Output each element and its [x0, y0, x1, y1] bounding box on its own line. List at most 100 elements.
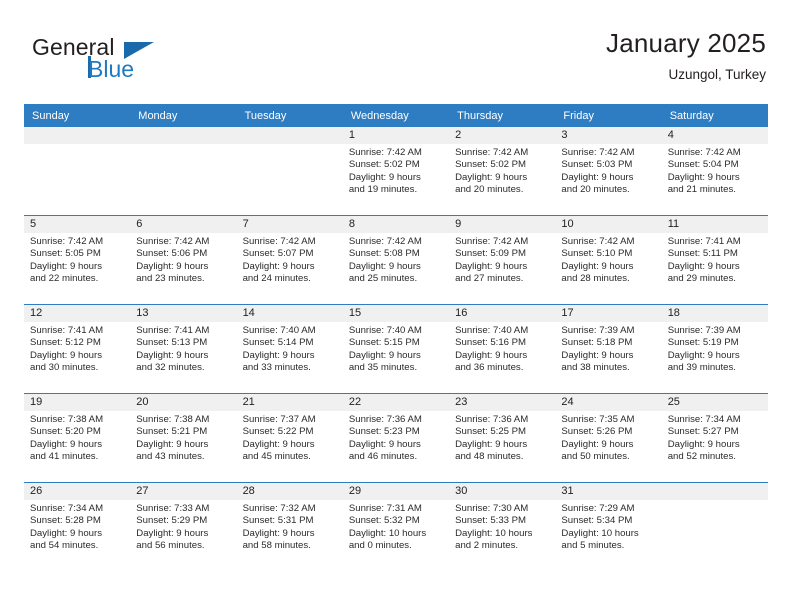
- day-info-line: and 48 minutes.: [455, 450, 524, 462]
- day-info-line: Sunrise: 7:34 AM: [30, 503, 104, 514]
- weekday-header-tuesday: Tuesday: [236, 104, 343, 127]
- day-number: [661, 483, 768, 500]
- calendar-day-cell-20[interactable]: 20 Sunrise: 7:38 AM Sunset: 5:21 PM Dayligh…: [130, 393, 237, 483]
- day-sun-info: Sunrise: 7:41 AM Sunset: 5:13 PM Daylight:…: [130, 322, 236, 374]
- calendar-day-cell-1[interactable]: 1 Sunrise: 7:42 AM Sunset: 5:02 PM Daylight…: [342, 127, 450, 216]
- day-info-line: Daylight: 9 hours: [455, 349, 528, 361]
- calendar-day-cell-11[interactable]: 11 Sunrise: 7:41 AM Sunset: 5:11 PM Dayligh…: [661, 215, 768, 305]
- calendar-day-cell-19[interactable]: 19 Sunrise: 7:38 AM Sunset: 5:20 PM Dayligh…: [24, 393, 131, 483]
- weekday-header-friday: Friday: [555, 104, 662, 127]
- day-number: 20: [130, 394, 237, 411]
- day-info-line: and 46 minutes.: [348, 450, 418, 462]
- calendar-day-cell-13[interactable]: 13 Sunrise: 7:41 AM Sunset: 5:13 PM Dayligh…: [130, 304, 237, 394]
- day-info-line: Sunset: 5:13 PM: [136, 337, 208, 349]
- calendar-day-cell-29[interactable]: 29 Sunrise: 7:31 AM Sunset: 5:32 PM Dayligh…: [342, 482, 450, 571]
- day-cell-content: 3 Sunrise: 7:42 AM Sunset: 5:03 PM Daylight…: [555, 127, 662, 215]
- calendar-day-cell-15[interactable]: 15 Sunrise: 7:40 AM Sunset: 5:15 PM Dayligh…: [342, 304, 450, 394]
- day-number: 28: [236, 483, 343, 500]
- day-cell-content: 18 Sunrise: 7:39 AM Sunset: 5:19 PM Dayligh…: [661, 305, 768, 393]
- calendar-day-cell-18[interactable]: 18 Sunrise: 7:39 AM Sunset: 5:19 PM Dayligh…: [661, 304, 768, 394]
- day-sun-info: Sunrise: 7:42 AM Sunset: 5:03 PM Daylight:…: [555, 144, 661, 196]
- day-number: 25: [661, 394, 768, 411]
- calendar-day-cell-24[interactable]: 24 Sunrise: 7:35 AM Sunset: 5:26 PM Dayligh…: [555, 393, 662, 483]
- day-info-line: Daylight: 9 hours: [242, 349, 315, 361]
- day-info-line: Daylight: 9 hours: [348, 260, 421, 272]
- day-info-line: and 20 minutes.: [561, 183, 630, 195]
- day-info-line: Sunset: 5:31 PM: [242, 515, 314, 527]
- day-info-line: Daylight: 9 hours: [667, 438, 740, 450]
- day-cell-content: 13 Sunrise: 7:41 AM Sunset: 5:13 PM Dayligh…: [130, 305, 237, 393]
- calendar-day-cell-21[interactable]: 21 Sunrise: 7:37 AM Sunset: 5:22 PM Dayligh…: [236, 393, 343, 483]
- calendar-day-cell-30[interactable]: 30 Sunrise: 7:30 AM Sunset: 5:33 PM Dayligh…: [449, 482, 556, 571]
- day-info-line: and 19 minutes.: [348, 183, 418, 195]
- day-info-line: and 25 minutes.: [348, 272, 418, 284]
- calendar-day-cell-14[interactable]: 14 Sunrise: 7:40 AM Sunset: 5:14 PM Dayligh…: [236, 304, 343, 394]
- calendar-day-cell-27[interactable]: 27 Sunrise: 7:33 AM Sunset: 5:29 PM Dayligh…: [130, 482, 237, 571]
- day-sun-info: Sunrise: 7:41 AM Sunset: 5:12 PM Daylight:…: [24, 322, 130, 374]
- day-info-line: Sunset: 5:20 PM: [30, 426, 101, 438]
- day-cell-content: 28 Sunrise: 7:32 AM Sunset: 5:31 PM Dayligh…: [236, 483, 343, 571]
- day-number: 9: [449, 216, 556, 233]
- day-number: 22: [342, 394, 450, 411]
- day-cell-content: 20 Sunrise: 7:38 AM Sunset: 5:21 PM Dayligh…: [130, 394, 237, 482]
- day-info-line: Sunset: 5:04 PM: [667, 159, 739, 171]
- day-info-line: Sunrise: 7:37 AM: [242, 414, 316, 425]
- general-blue-logo[interactable]: General Blue: [24, 28, 244, 88]
- day-sun-info: Sunrise: 7:35 AM Sunset: 5:26 PM Daylight:…: [555, 411, 661, 463]
- calendar-day-cell-10[interactable]: 10 Sunrise: 7:42 AM Sunset: 5:10 PM Dayligh…: [555, 215, 662, 305]
- day-info-line: Sunset: 5:16 PM: [455, 337, 527, 349]
- day-cell-content: 26 Sunrise: 7:34 AM Sunset: 5:28 PM Dayligh…: [24, 483, 131, 571]
- calendar-day-cell-22[interactable]: 22 Sunrise: 7:36 AM Sunset: 5:23 PM Dayligh…: [342, 393, 450, 483]
- day-cell-content: 24 Sunrise: 7:35 AM Sunset: 5:26 PM Dayligh…: [555, 394, 662, 482]
- calendar-day-cell-8[interactable]: 8 Sunrise: 7:42 AM Sunset: 5:08 PM Daylight…: [342, 215, 450, 305]
- calendar-day-cell-26[interactable]: 26 Sunrise: 7:34 AM Sunset: 5:28 PM Dayligh…: [24, 482, 131, 571]
- day-sun-info: [237, 144, 343, 147]
- day-cell-content: 6 Sunrise: 7:42 AM Sunset: 5:06 PM Daylight…: [130, 216, 237, 304]
- day-info-line: Daylight: 9 hours: [561, 171, 634, 183]
- calendar-day-cell-12[interactable]: 12 Sunrise: 7:41 AM Sunset: 5:12 PM Dayligh…: [24, 304, 131, 394]
- weekday-header-sunday: Sunday: [24, 104, 131, 127]
- day-number: 7: [236, 216, 343, 233]
- day-info-line: Sunset: 5:28 PM: [30, 515, 101, 527]
- page-header: General Blue January 2025 Uzungol, Turke…: [24, 28, 768, 96]
- day-info-line: Sunset: 5:32 PM: [348, 515, 420, 527]
- calendar-day-cell-5[interactable]: 5 Sunrise: 7:42 AM Sunset: 5:05 PM Daylight…: [24, 215, 131, 305]
- day-info-line: and 43 minutes.: [136, 450, 205, 462]
- calendar-day-cell-16[interactable]: 16 Sunrise: 7:40 AM Sunset: 5:16 PM Dayligh…: [449, 304, 556, 394]
- day-sun-info: Sunrise: 7:42 AM Sunset: 5:02 PM Daylight:…: [449, 144, 555, 196]
- day-number: 18: [661, 305, 768, 322]
- day-sun-info: Sunrise: 7:30 AM Sunset: 5:33 PM Daylight:…: [449, 500, 555, 552]
- day-number: 19: [24, 394, 131, 411]
- calendar-day-cell-28[interactable]: 28 Sunrise: 7:32 AM Sunset: 5:31 PM Dayligh…: [236, 482, 343, 571]
- day-info-line: Daylight: 9 hours: [242, 527, 315, 539]
- day-info-line: Sunrise: 7:33 AM: [136, 503, 210, 514]
- weekday-header-monday: Monday: [130, 104, 237, 127]
- calendar-day-cell-25[interactable]: 25 Sunrise: 7:34 AM Sunset: 5:27 PM Dayligh…: [661, 393, 768, 483]
- day-sun-info: Sunrise: 7:42 AM Sunset: 5:02 PM Daylight:…: [343, 144, 449, 196]
- day-sun-info: Sunrise: 7:40 AM Sunset: 5:14 PM Daylight:…: [237, 322, 343, 374]
- calendar-day-cell-9[interactable]: 9 Sunrise: 7:42 AM Sunset: 5:09 PM Daylight…: [449, 215, 556, 305]
- weekday-header-saturday: Saturday: [661, 104, 768, 127]
- calendar-day-cell-17[interactable]: 17 Sunrise: 7:39 AM Sunset: 5:18 PM Dayligh…: [555, 304, 662, 394]
- day-info-line: Sunrise: 7:42 AM: [348, 236, 422, 247]
- day-cell-content: 19 Sunrise: 7:38 AM Sunset: 5:20 PM Dayligh…: [24, 394, 131, 482]
- day-cell-content: 1 Sunrise: 7:42 AM Sunset: 5:02 PM Daylight…: [342, 127, 450, 215]
- day-info-line: and 32 minutes.: [136, 361, 205, 373]
- day-info-line: Sunrise: 7:35 AM: [561, 414, 635, 425]
- day-number: [24, 127, 131, 144]
- day-info-line: Sunrise: 7:42 AM: [242, 236, 316, 247]
- day-info-line: and 5 minutes.: [561, 539, 625, 551]
- day-info-line: Sunrise: 7:42 AM: [667, 147, 741, 158]
- day-info-line: and 21 minutes.: [667, 183, 736, 195]
- day-cell-content: [236, 127, 343, 215]
- calendar-day-cell-6[interactable]: 6 Sunrise: 7:42 AM Sunset: 5:06 PM Daylight…: [130, 215, 237, 305]
- day-info-line: Sunset: 5:34 PM: [561, 515, 633, 527]
- calendar-day-cell-4[interactable]: 4 Sunrise: 7:42 AM Sunset: 5:04 PM Daylight…: [661, 127, 768, 216]
- day-info-line: Sunset: 5:05 PM: [30, 248, 101, 260]
- calendar-day-cell-3[interactable]: 3 Sunrise: 7:42 AM Sunset: 5:03 PM Daylight…: [555, 127, 662, 216]
- calendar-day-cell-23[interactable]: 23 Sunrise: 7:36 AM Sunset: 5:25 PM Dayligh…: [449, 393, 556, 483]
- calendar-day-cell-2[interactable]: 2 Sunrise: 7:42 AM Sunset: 5:02 PM Daylight…: [449, 127, 556, 216]
- day-sun-info: Sunrise: 7:40 AM Sunset: 5:16 PM Daylight:…: [449, 322, 555, 374]
- calendar-day-cell-7[interactable]: 7 Sunrise: 7:42 AM Sunset: 5:07 PM Daylight…: [236, 215, 343, 305]
- calendar-day-cell-31[interactable]: 31 Sunrise: 7:29 AM Sunset: 5:34 PM Dayligh…: [555, 482, 662, 571]
